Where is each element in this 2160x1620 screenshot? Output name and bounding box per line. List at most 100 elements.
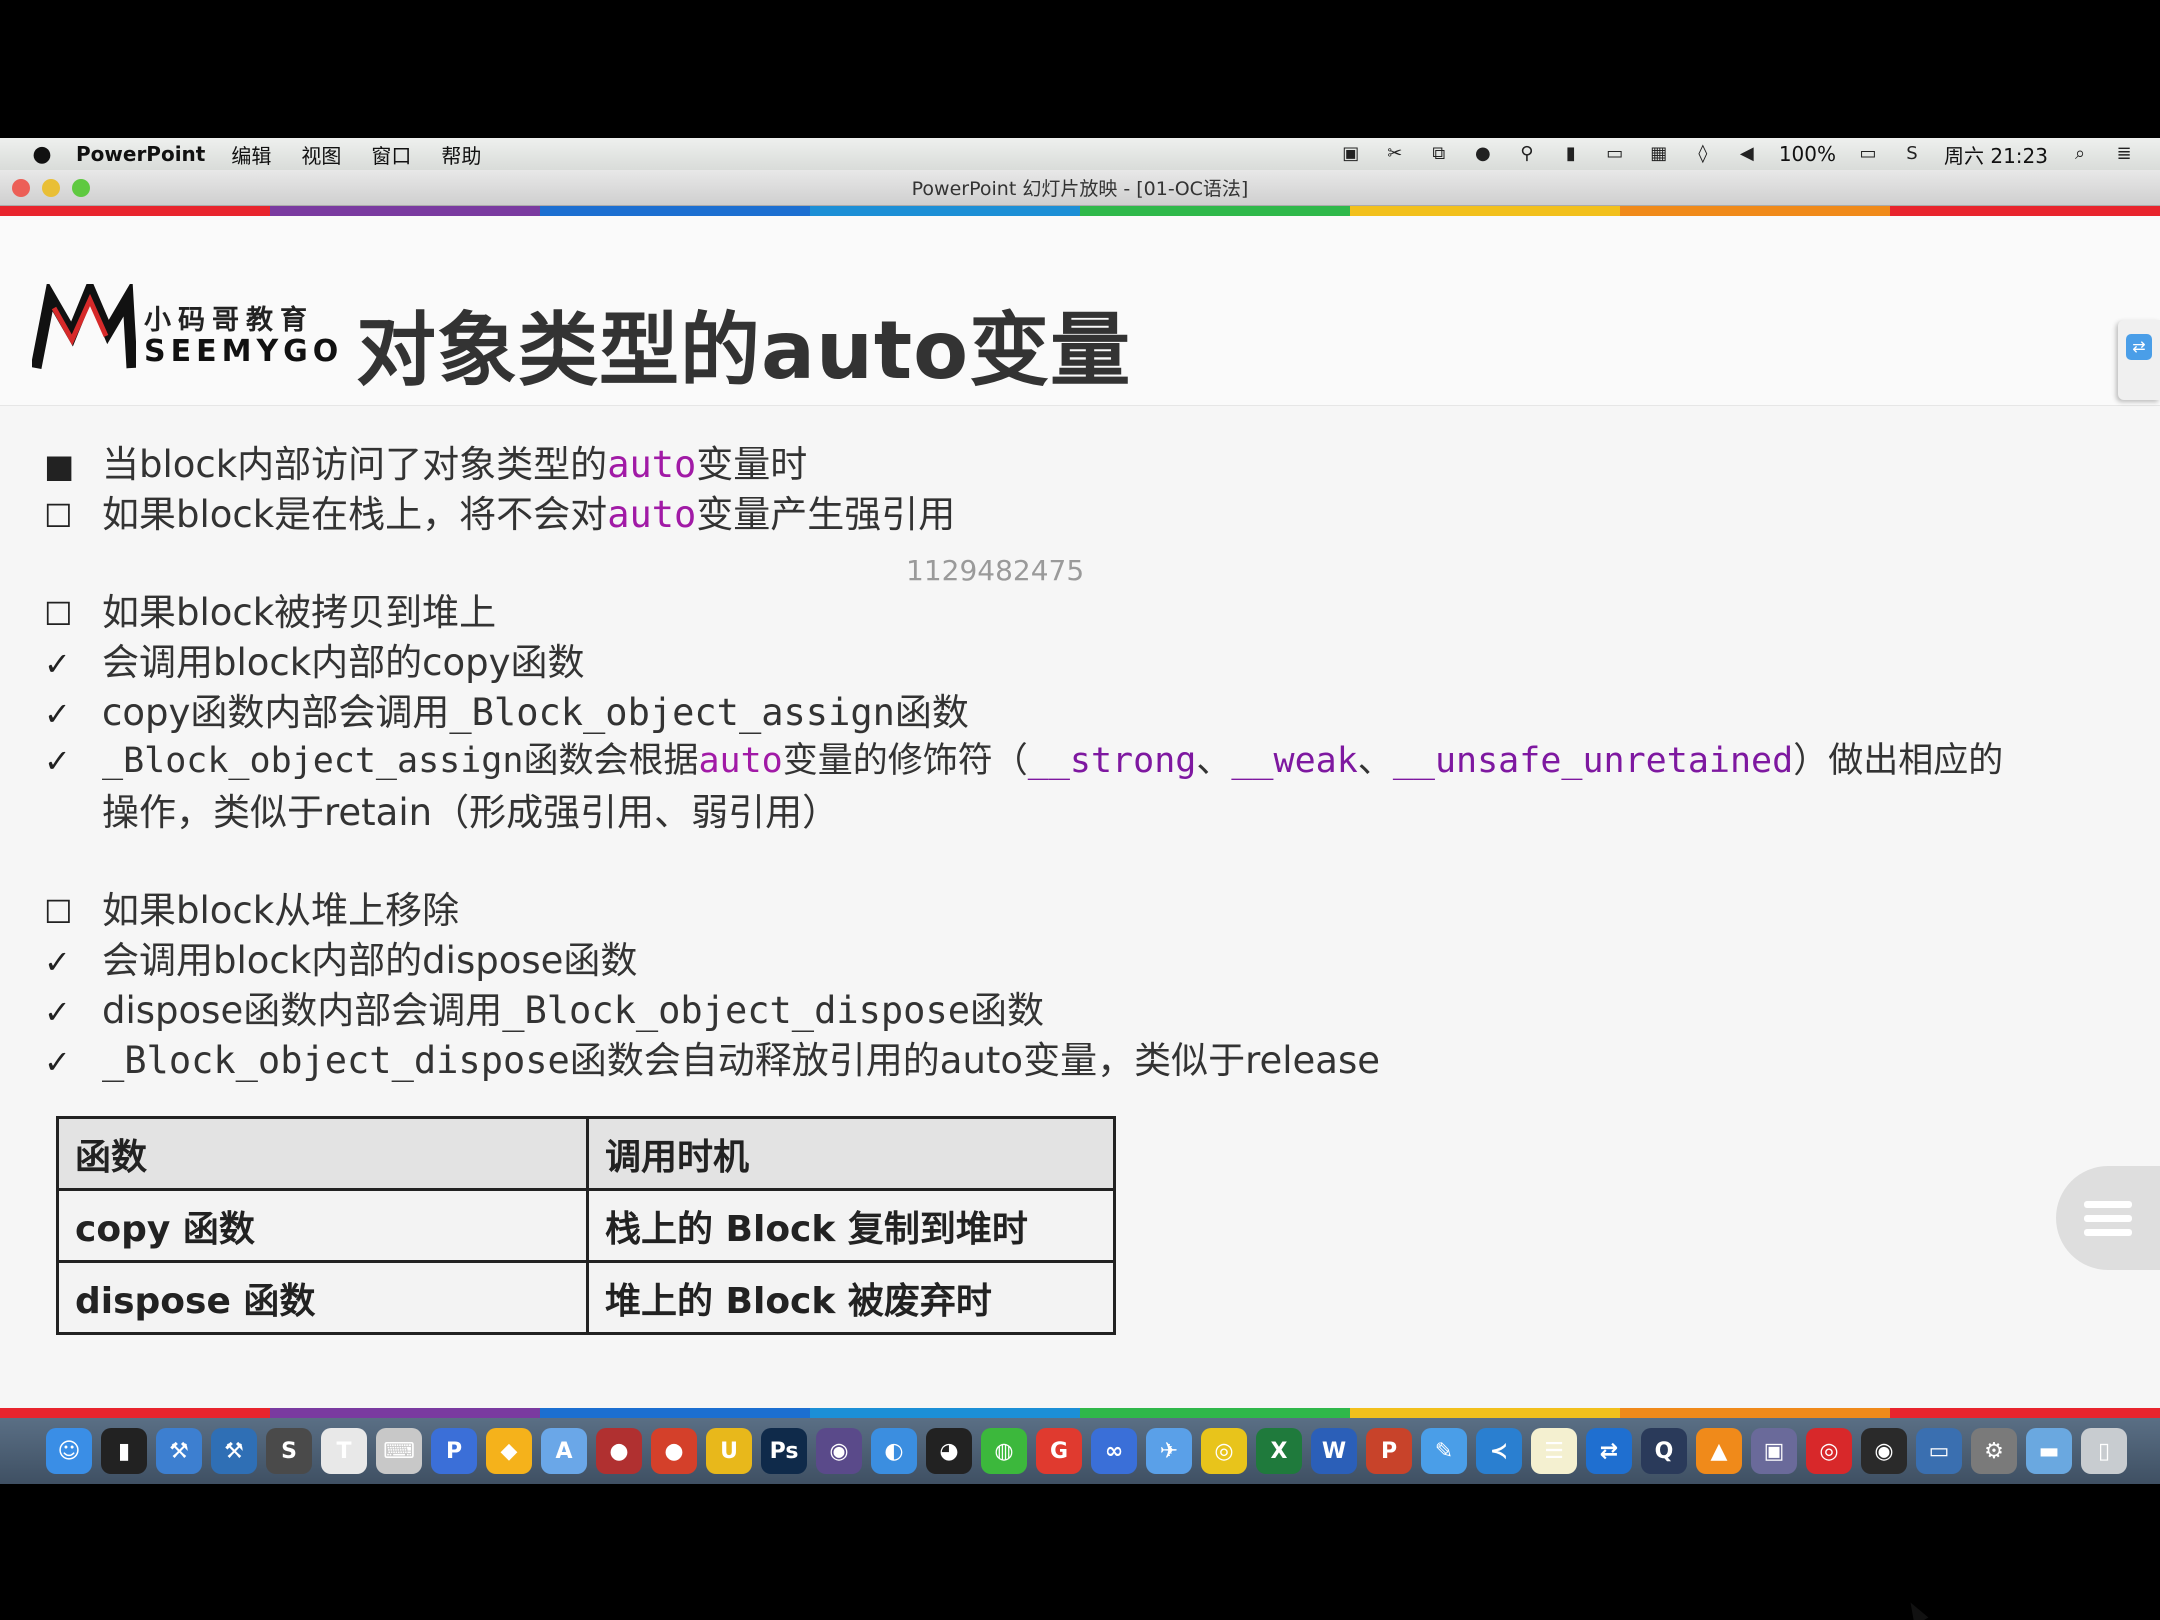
slide-title: 对象类型的auto变量 bbox=[356, 304, 1132, 397]
line-text: copy函数内部会调用 bbox=[102, 691, 450, 734]
app-store-icon[interactable]: A bbox=[541, 1428, 587, 1474]
menu-lines-icon bbox=[2084, 1194, 2132, 1243]
rainbow-segment bbox=[270, 206, 540, 216]
rainbow-bar-bottom bbox=[0, 1408, 2160, 1418]
battery-percent: 100% bbox=[1778, 142, 1836, 166]
git-icon[interactable]: G bbox=[1036, 1428, 1082, 1474]
checkmark-bullet-icon: ✓ bbox=[44, 993, 71, 1031]
input-method-icon[interactable]: ▦ bbox=[1647, 143, 1671, 165]
pin-icon[interactable]: ⚲ bbox=[1515, 143, 1539, 165]
line-text: 操作，类似于retain（形成强引用、弱引用） bbox=[102, 791, 840, 834]
chrome-icon[interactable]: ◎ bbox=[1201, 1428, 1247, 1474]
line-text: ）做出相应的 bbox=[1793, 741, 2004, 781]
display-icon[interactable]: ▭ bbox=[1603, 143, 1627, 165]
vlc-icon[interactable]: ▲ bbox=[1696, 1428, 1742, 1474]
zoom-window-button[interactable] bbox=[72, 179, 90, 197]
slide-menu-button[interactable] bbox=[2056, 1166, 2160, 1270]
menu-help[interactable]: 帮助 bbox=[441, 140, 481, 169]
photo-booth-icon[interactable]: ● bbox=[596, 1428, 642, 1474]
finder-icon[interactable]: ☺ bbox=[46, 1428, 92, 1474]
ue-icon[interactable]: U bbox=[706, 1428, 752, 1474]
line-text: 、 bbox=[1357, 741, 1393, 781]
rainbow-segment bbox=[810, 206, 1080, 216]
folder-icon[interactable]: ▬ bbox=[2026, 1428, 2072, 1474]
rainbow-segment bbox=[0, 206, 270, 216]
slide: 小码哥教育 SEEMYGO 对象类型的auto变量 ■ 当block内部访问了对象… bbox=[0, 216, 2160, 1620]
line-text: 、 bbox=[1196, 741, 1232, 781]
rainbow-segment bbox=[0, 1408, 270, 1418]
wechat-icon[interactable]: ◍ bbox=[981, 1428, 1027, 1474]
word-icon[interactable]: W bbox=[1311, 1428, 1357, 1474]
table-header-row: 函数 调用时机 bbox=[56, 1116, 1116, 1191]
close-window-button[interactable] bbox=[12, 179, 30, 197]
trash-icon[interactable]: ▯ bbox=[2081, 1428, 2127, 1474]
rainbow-segment bbox=[810, 1408, 1080, 1418]
side-toolbar-tab[interactable]: ⇄ bbox=[2118, 320, 2160, 400]
mouse-icon[interactable]: ▮ bbox=[1559, 143, 1583, 165]
typora-icon[interactable]: T bbox=[321, 1428, 367, 1474]
mail-icon[interactable]: ✈ bbox=[1146, 1428, 1192, 1474]
bullet-line-4: ✓ 会调用block内部的copy函数 bbox=[44, 632, 585, 686]
bullet-line-6-cont: 操作，类似于retain（形成强引用、弱引用） bbox=[102, 782, 839, 836]
system-prefs-icon[interactable]: ⚙ bbox=[1971, 1428, 2017, 1474]
logo-text-cn: 小码哥教育 bbox=[144, 305, 314, 336]
keyword-weak: __weak bbox=[1231, 741, 1358, 781]
photoshop-icon[interactable]: Ps bbox=[761, 1428, 807, 1474]
github-icon[interactable]: ◉ bbox=[816, 1428, 862, 1474]
table-row: dispose 函数 堆上的 Block 被废弃时 bbox=[56, 1260, 1116, 1335]
rainbow-segment bbox=[1080, 1408, 1350, 1418]
line-text: 当block内部访问了对象类型的 bbox=[102, 443, 608, 486]
keyboard-icon[interactable]: ⌨ bbox=[376, 1428, 422, 1474]
xcode-beta-icon[interactable]: ⚒ bbox=[211, 1428, 257, 1474]
keyword-strong: __strong bbox=[1027, 741, 1197, 781]
list-icon[interactable]: ≣ bbox=[2112, 143, 2136, 165]
tomato-icon[interactable]: ● bbox=[651, 1428, 697, 1474]
video-icon[interactable]: ▣ bbox=[1751, 1428, 1797, 1474]
screen-record-icon[interactable]: ▣ bbox=[1339, 143, 1363, 165]
browser-icon[interactable]: ◐ bbox=[871, 1428, 917, 1474]
seemygo-logo: 小码哥教育 SEEMYGO bbox=[32, 284, 338, 394]
clock[interactable]: 周六 21:23 bbox=[1944, 140, 2048, 169]
xcode-icon[interactable]: ⚒ bbox=[156, 1428, 202, 1474]
quicktime-icon[interactable]: Q bbox=[1641, 1428, 1687, 1474]
checkmark-bullet-icon: ✓ bbox=[44, 645, 71, 683]
menu-edit[interactable]: 编辑 bbox=[231, 140, 271, 169]
sublime-icon[interactable]: S bbox=[266, 1428, 312, 1474]
paw-icon[interactable]: P bbox=[431, 1428, 477, 1474]
terminal-icon[interactable]: ▮ bbox=[101, 1428, 147, 1474]
teamviewer-icon[interactable]: ⇄ bbox=[1586, 1428, 1632, 1474]
netease-music-icon[interactable]: ◎ bbox=[1806, 1428, 1852, 1474]
keyword-auto: auto bbox=[607, 443, 697, 486]
scissors-icon[interactable]: ✂ bbox=[1383, 143, 1407, 165]
battery-icon[interactable]: ▭ bbox=[1856, 143, 1880, 165]
baidu-icon[interactable]: ∞ bbox=[1091, 1428, 1137, 1474]
menu-window[interactable]: 窗口 bbox=[371, 140, 411, 169]
line-text: 变量产生强引用 bbox=[696, 493, 956, 536]
sketch-icon[interactable]: ◆ bbox=[486, 1428, 532, 1474]
line-text: 会调用block内部的copy函数 bbox=[102, 641, 585, 684]
crop-icon[interactable]: ⧉ bbox=[1427, 143, 1451, 165]
qq-icon[interactable]: ◕ bbox=[926, 1428, 972, 1474]
shield-icon[interactable]: ◊ bbox=[1691, 143, 1715, 165]
vscode-icon[interactable]: ≺ bbox=[1476, 1428, 1522, 1474]
qq-penguin-icon[interactable]: ● bbox=[1471, 143, 1495, 165]
excel-icon[interactable]: X bbox=[1256, 1428, 1302, 1474]
hollow-square-bullet-icon: ☐ bbox=[44, 595, 73, 633]
minimize-window-button[interactable] bbox=[42, 179, 60, 197]
traffic-lights bbox=[12, 179, 90, 197]
sync-icon[interactable]: S bbox=[1900, 143, 1924, 165]
dvd-icon[interactable]: ◉ bbox=[1861, 1428, 1907, 1474]
apple-icon[interactable]: ● bbox=[20, 142, 64, 167]
checkmark-bullet-icon: ✓ bbox=[44, 943, 71, 981]
menu-view[interactable]: 视图 bbox=[301, 140, 341, 169]
notes-icon[interactable]: ☰ bbox=[1531, 1428, 1577, 1474]
keyword-auto: auto bbox=[698, 741, 783, 781]
volume-icon[interactable]: ◀ bbox=[1735, 143, 1759, 165]
powerpoint-icon[interactable]: P bbox=[1366, 1428, 1412, 1474]
screen-icon[interactable]: ▭ bbox=[1916, 1428, 1962, 1474]
search-icon[interactable]: ⌕ bbox=[2068, 143, 2092, 165]
pencil-icon[interactable]: ✎ bbox=[1421, 1428, 1467, 1474]
menu-app-name[interactable]: PowerPoint bbox=[76, 142, 205, 166]
line-text: 函数会自动释放引用的auto变量，类似于release bbox=[569, 1039, 1380, 1082]
code-block-object-assign: _Block_object_assign bbox=[102, 741, 524, 781]
